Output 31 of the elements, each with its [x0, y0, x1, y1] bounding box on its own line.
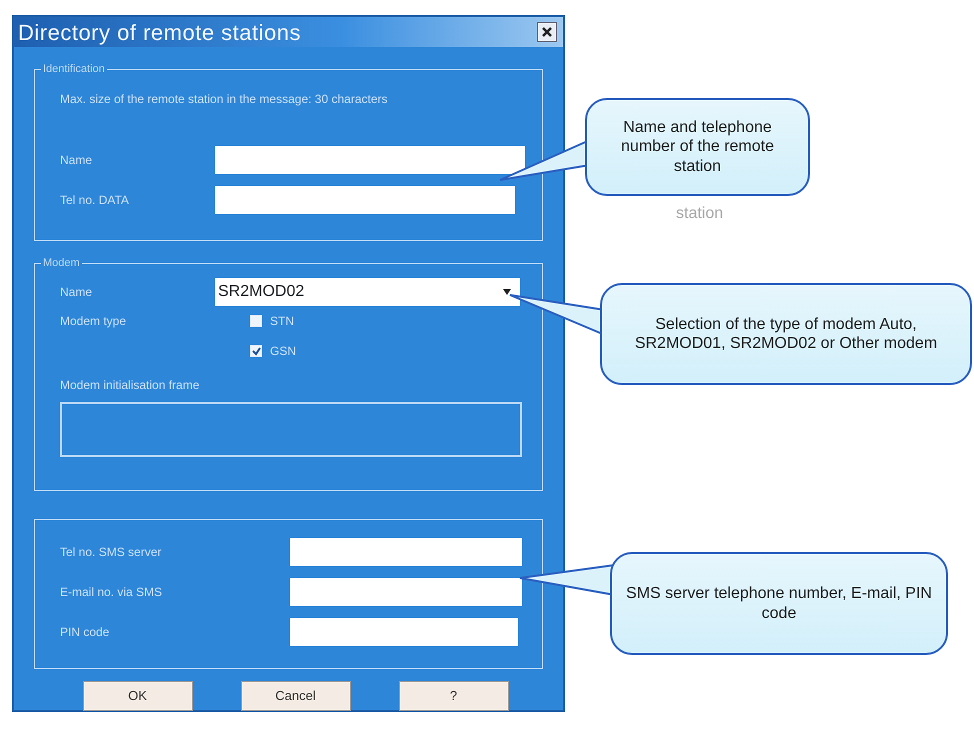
dialog-button[interactable]: Cancel [240, 681, 350, 711]
text-field[interactable] [290, 578, 522, 606]
dropdown[interactable]: SR2MOD02 [215, 278, 520, 306]
text-area[interactable] [60, 402, 522, 457]
field-label: Tel no. SMS server [60, 544, 162, 561]
field-label: Name [60, 284, 94, 301]
field-label: E-mail no. via SMS [60, 584, 164, 601]
option-label: GSN [270, 343, 296, 360]
field-label: Tel no. DATA [60, 192, 130, 209]
close-button[interactable] [537, 22, 557, 42]
dropdown-value: SR2MOD02 [218, 282, 304, 302]
callout: SMS server telephone number, E-mail, PIN code [610, 552, 948, 655]
field-label: Modem initialisation frame [60, 377, 200, 394]
stray-text: station [676, 204, 724, 224]
checkbox[interactable] [250, 345, 262, 357]
callout: Selection of the type of modem Auto, SR2MOD01, SR2MOD02 or Other modem [600, 283, 972, 385]
close-icon [541, 26, 553, 38]
window-title: Directory of remote stations [18, 18, 301, 47]
callout: Name and telephone number of the remote station [585, 98, 810, 196]
text-field[interactable] [215, 186, 515, 214]
dialog-button[interactable]: OK [82, 681, 192, 711]
caret-icon [502, 288, 512, 296]
text-field[interactable] [290, 618, 518, 646]
field-label: Modem type [60, 313, 128, 330]
text-field[interactable] [215, 146, 525, 174]
field-label: Name [60, 152, 94, 169]
option-label: STN [270, 313, 294, 330]
field-label: PIN code [60, 624, 110, 641]
info-text: Max. size of the remote station in the message: 30 characters [60, 91, 388, 108]
dialog-button[interactable]: ? [398, 681, 508, 711]
text-field[interactable] [290, 538, 522, 566]
